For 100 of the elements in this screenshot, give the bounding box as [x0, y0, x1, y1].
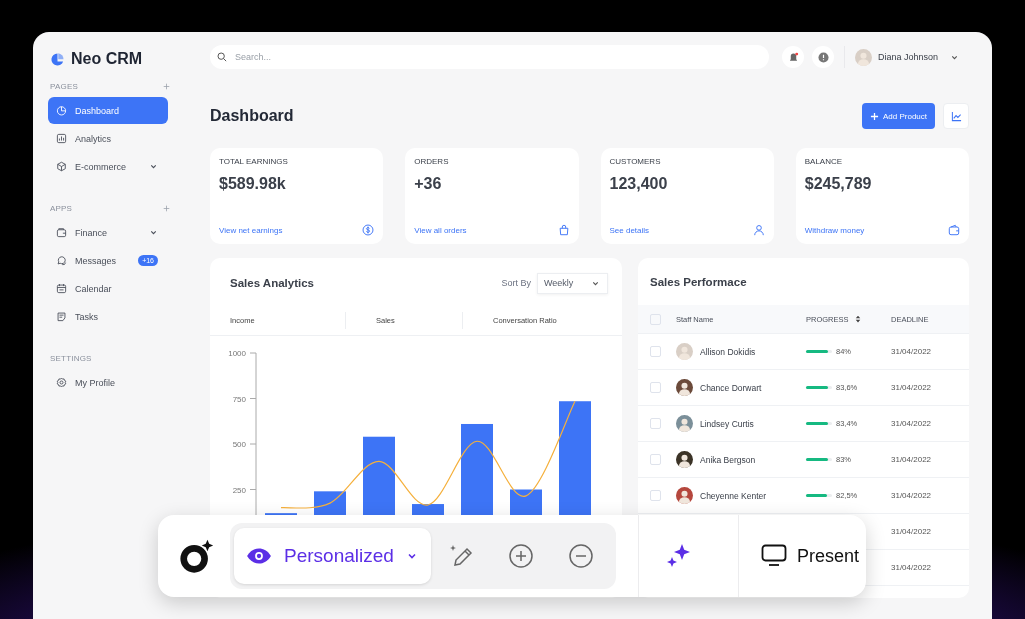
- deadline-cell-text: 31/04/2022: [891, 455, 933, 464]
- wallet-icon: [56, 227, 67, 238]
- add-icon[interactable]: [163, 82, 170, 90]
- progress-bar: [806, 458, 832, 461]
- staff-name: Allison Dokidis: [700, 346, 756, 357]
- card-link[interactable]: View net earnings: [219, 225, 283, 235]
- nav-item[interactable]: Dashboard: [48, 97, 168, 124]
- stat-label: CUSTOMERS: [609, 157, 662, 166]
- nav-item[interactable]: Tasks: [48, 303, 168, 330]
- wallet-icon: [948, 224, 960, 236]
- avatar-icon: [855, 48, 872, 66]
- stat-value: $245,789: [804, 175, 873, 194]
- nav-item[interactable]: E-commerce: [48, 153, 168, 180]
- deadline-cell-text: 31/04/2022: [891, 419, 933, 428]
- chevron-down-icon: [149, 162, 158, 171]
- nav-item[interactable]: Calendar: [48, 275, 168, 302]
- user-icon: [752, 224, 765, 236]
- pencil-sparkle-icon: [448, 543, 474, 569]
- search-input[interactable]: Search...: [233, 51, 762, 63]
- card-link[interactable]: Withdraw money: [804, 225, 865, 235]
- axis-label: 750: [232, 394, 246, 404]
- checkbox[interactable]: [650, 418, 661, 429]
- checkbox[interactable]: [650, 454, 661, 465]
- avatar-icon: [676, 379, 693, 396]
- progress-bar: [806, 494, 832, 497]
- nav-item[interactable]: Analytics: [48, 125, 168, 152]
- sort-label: Sort By: [501, 278, 531, 288]
- axis-label: 250: [232, 485, 246, 495]
- sort-dropdown[interactable]: Weekly: [537, 272, 608, 294]
- logo-icon: [50, 51, 65, 67]
- search-field[interactable]: Search...: [210, 45, 769, 69]
- staff-name: Anika Bergson: [700, 454, 756, 465]
- progress-bar: [806, 386, 832, 389]
- stat-label: BALANCE: [804, 157, 844, 166]
- nav-item[interactable]: Finance: [48, 219, 168, 246]
- staff-name: Cheyenne Kenter: [700, 490, 767, 501]
- deadline-cell-text: 31/04/2022: [891, 491, 933, 500]
- search-icon: [217, 52, 227, 62]
- deadline-cell-text: 31/04/2022: [891, 563, 933, 572]
- panel-title: Sales Performace: [650, 275, 748, 288]
- deadline-cell-text: 31/04/2022: [891, 347, 933, 356]
- card-link[interactable]: View all orders: [414, 225, 467, 235]
- chat-icon: [56, 255, 67, 266]
- progress-bar: [806, 422, 832, 425]
- staff-name: Lindsey Curtis: [700, 418, 754, 429]
- nav-label: Tasks: [75, 311, 99, 322]
- sort-icon: [854, 315, 861, 323]
- checkbox[interactable]: [650, 313, 661, 325]
- plus-icon: [869, 111, 879, 121]
- stat-value: 123,400: [609, 175, 669, 194]
- bell-icon: [787, 51, 799, 63]
- nav-label: Analytics: [75, 133, 112, 144]
- staff-name: Chance Dorwart: [700, 382, 762, 393]
- app-name: Neo CRM: [71, 50, 143, 68]
- chart-button[interactable]: [943, 103, 969, 129]
- present-button[interactable]: Present: [739, 536, 860, 576]
- cube-icon: [56, 161, 67, 172]
- alert-button[interactable]: [812, 46, 834, 68]
- nav-label: Messages: [75, 255, 118, 266]
- view-dropdown[interactable]: Personalized: [234, 528, 431, 584]
- nav-label: Finance: [75, 227, 109, 238]
- axis-label: 500: [232, 440, 246, 449]
- nav-label: My Profile: [75, 377, 116, 388]
- chevron-down-icon: [149, 228, 158, 237]
- avatar-icon: [676, 415, 693, 432]
- nav-label: E-commerce: [75, 161, 127, 172]
- nav-label: Dashboard: [75, 105, 121, 116]
- line-chart-icon: [950, 110, 962, 122]
- nav-label: Calendar: [75, 283, 113, 294]
- notifications-button[interactable]: [782, 46, 804, 68]
- user-name: Diana Johnson: [878, 52, 939, 62]
- add-icon[interactable]: [163, 204, 170, 212]
- stat-value: +36: [414, 175, 443, 194]
- section-title: APPS: [50, 203, 73, 213]
- pie-chart-icon: [56, 105, 67, 116]
- shopping-bag-icon: [557, 224, 570, 236]
- avatar-icon: [676, 451, 693, 468]
- nav-item[interactable]: My Profile: [48, 369, 168, 396]
- card-link[interactable]: See details: [609, 225, 650, 235]
- checkbox[interactable]: [650, 346, 661, 357]
- dollar-coin-icon: [362, 224, 375, 236]
- progress-bar: [806, 350, 832, 353]
- bar-chart-icon: [56, 133, 67, 144]
- gear-icon: [56, 377, 67, 388]
- section-title: PAGES: [50, 81, 78, 91]
- avatar-icon: [676, 487, 693, 504]
- checkbox[interactable]: [650, 382, 661, 393]
- logo-icon: [178, 537, 216, 575]
- page-title: Dashboard: [210, 107, 295, 125]
- stat-label: TOTAL EARNINGS: [219, 157, 289, 166]
- alert-icon: [817, 51, 829, 63]
- axis-label: 1000: [228, 349, 246, 358]
- user-menu[interactable]: Diana Johnson: [855, 48, 960, 66]
- add-product-button[interactable]: Add Product: [861, 103, 935, 129]
- stat-label: ORDERS: [414, 157, 450, 166]
- panel-title: Sales Analytics: [230, 277, 315, 289]
- calendar-icon: [56, 283, 67, 294]
- checkbox[interactable]: [650, 490, 661, 501]
- stat-value: $589.98k: [219, 175, 287, 194]
- plus-circle-icon: [508, 543, 534, 569]
